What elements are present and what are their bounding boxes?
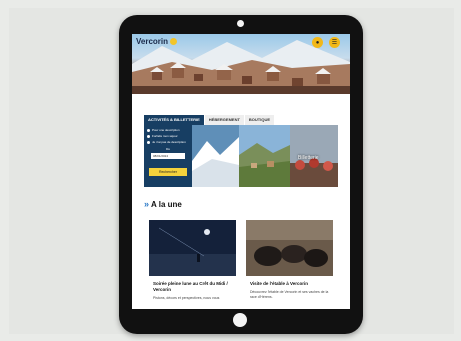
double-chevron-icon: »	[144, 199, 150, 209]
snow-mountain-image	[192, 125, 239, 187]
news-card[interactable]: Visite de l'étable à Vercorin Découvrez …	[246, 220, 333, 309]
card-description: Pistons, décors et perspectives, nous vo…	[153, 296, 220, 300]
card-title[interactable]: Soirée pleine lune au Crêt du Midi / Ver…	[149, 281, 236, 293]
date-label: Du	[166, 147, 170, 151]
menu-icon[interactable]: ☰	[329, 37, 340, 48]
photo-ticketing[interactable]: Billetterie	[290, 125, 338, 187]
home-button[interactable]	[233, 313, 247, 327]
radio-option[interactable]: Pour une description	[147, 128, 189, 132]
photo-label: Billetterie	[298, 155, 319, 161]
booking-tabs: ACTIVITÉS & BILLETTERIE HÉBERGEMENT BOUT…	[144, 115, 275, 125]
section-heading: » A la une	[144, 199, 182, 209]
user-icon[interactable]: ●	[312, 37, 323, 48]
search-button[interactable]: Rechercher	[149, 168, 187, 176]
radio-option[interactable]: Forfaits mon séjour	[147, 134, 189, 138]
site-logo[interactable]: Vercorin	[136, 37, 178, 46]
tab-accommodation[interactable]: HÉBERGEMENT	[204, 115, 244, 125]
date-input[interactable]: 08/01/2024	[151, 153, 185, 159]
news-card[interactable]: Soirée pleine lune au Crêt du Midi / Ver…	[149, 220, 236, 309]
green-valley-image	[239, 125, 290, 187]
night-moon-image	[149, 220, 236, 276]
photo-village[interactable]	[239, 125, 290, 187]
booking-panel: Pour une description Forfaits mon séjour…	[144, 125, 192, 187]
website-screen: Vercorin ● ☰ ACTIVITÉS & BILLETTERIE HÉB…	[132, 34, 350, 309]
tab-shop[interactable]: BOUTIQUE	[244, 115, 275, 125]
radio-icon[interactable]	[147, 128, 150, 132]
card-description: Découvrez l'étable de Vercorin et ses va…	[250, 290, 329, 299]
radio-icon[interactable]	[147, 134, 150, 138]
logo-sun-icon	[170, 38, 178, 45]
card-image	[246, 220, 333, 276]
logo-text: Vercorin	[136, 37, 169, 46]
photo-snow[interactable]	[192, 125, 239, 187]
hero-banner: Vercorin ● ☰	[132, 34, 350, 94]
tab-activities[interactable]: ACTIVITÉS & BILLETTERIE	[144, 115, 204, 125]
section-title: A la une	[151, 199, 182, 209]
radio-icon[interactable]	[147, 140, 150, 144]
camera-dot	[237, 20, 244, 27]
card-title[interactable]: Visite de l'étable à Vercorin	[246, 281, 333, 287]
barn-cows-image	[246, 220, 333, 276]
radio-option[interactable]: Je n'ai pas de description	[147, 140, 189, 144]
tablet-frame: Vercorin ● ☰ ACTIVITÉS & BILLETTERIE HÉB…	[119, 15, 363, 334]
card-image	[149, 220, 236, 276]
